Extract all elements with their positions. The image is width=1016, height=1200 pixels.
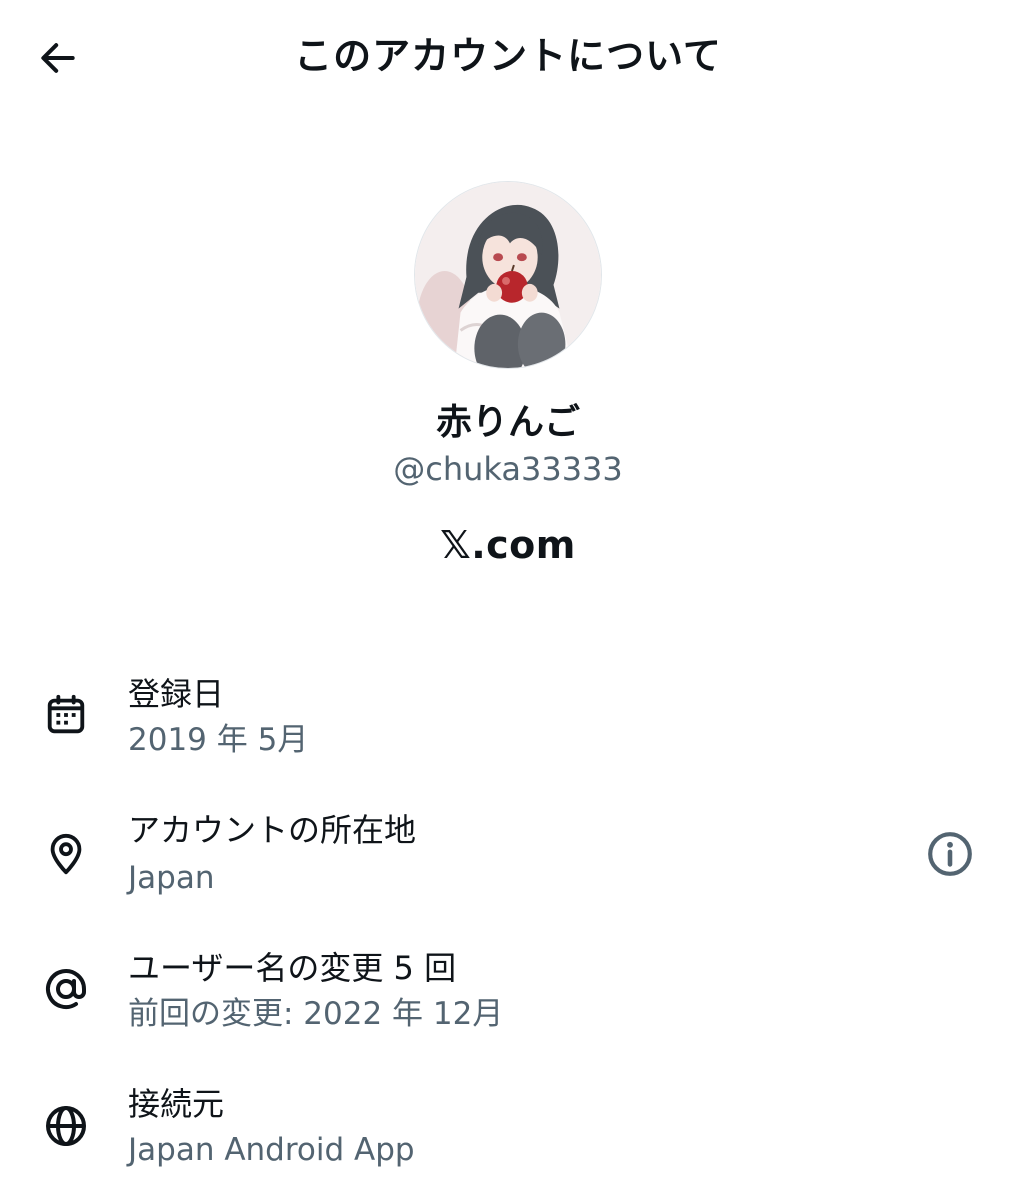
location-info-button[interactable] [922,826,978,882]
display-name: 赤りんご [435,402,580,443]
detail-title: 登録日 [128,675,225,713]
detail-title: アカウントの所在地 [128,811,417,849]
detail-value: 2019 年 5月 [128,722,309,758]
info-icon [928,832,972,876]
detail-value: Japan [128,860,215,896]
detail-row-connected-via: 接続元 Japan Android App [0,1082,1016,1192]
username-handle: @chuka33333 [393,450,623,488]
site-name: 𝕏.com [440,523,576,567]
calendar-icon [40,689,92,741]
detail-row-username-changes: ユーザー名の変更 5 回 前回の変更: 2022 年 12月 [0,946,1016,1056]
top-bar: このアカウントについて [0,0,1016,112]
detail-value: 前回の変更: 2022 年 12月 [128,996,504,1032]
detail-title: 接続元 [128,1085,225,1123]
globe-icon [40,1100,92,1152]
location-pin-icon [40,828,92,880]
detail-row-location: アカウントの所在地 Japan [0,808,1016,918]
detail-value: Japan Android App [128,1132,415,1168]
at-sign-icon [40,963,92,1015]
page-title: このアカウントについて [294,34,722,78]
detail-title: ユーザー名の変更 5 回 [128,949,457,987]
avatar-illustration [415,182,601,368]
avatar[interactable] [414,181,602,369]
detail-row-joined: 登録日 2019 年 5月 [0,672,1016,782]
